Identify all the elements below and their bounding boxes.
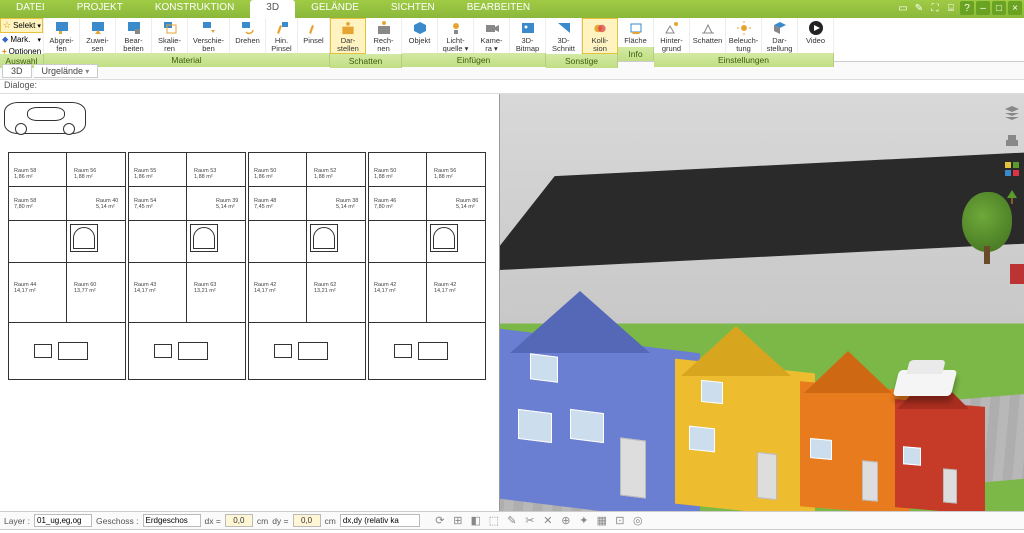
- menu-3d[interactable]: 3D: [250, 0, 295, 18]
- menu-datei[interactable]: DATEI: [0, 0, 61, 18]
- tool-icon[interactable]: ◧: [470, 515, 482, 527]
- layer-dropdown[interactable]: Urgelände: [34, 64, 99, 78]
- geschoss-label: Geschoss :: [96, 516, 139, 526]
- floor-plan: Raum 581,86 m²Raum 561,88 m²Raum 587,80 …: [8, 152, 488, 382]
- schatten-button[interactable]: Schatten: [690, 18, 726, 53]
- hintergrund-button[interactable]: Hinter- grund: [654, 18, 690, 53]
- tool-icon[interactable]: ⊡: [614, 515, 626, 527]
- bearbeiten-button[interactable]: Bear- beiten: [116, 18, 152, 53]
- verschieben-button[interactable]: Verschie- ben: [188, 18, 230, 53]
- geschoss-input[interactable]: [143, 514, 201, 527]
- flaeche-button[interactable]: Fläche: [618, 18, 654, 47]
- maximize-icon[interactable]: □: [992, 1, 1006, 15]
- darstellung-button[interactable]: Dar- stellung: [762, 18, 798, 53]
- ribbon: ☆Selekt ⬥Mark. +Optionen Auswahl Abgrei-…: [0, 18, 1024, 62]
- tool-icon[interactable]: ⊕: [560, 515, 572, 527]
- dx-value[interactable]: 0,0: [225, 514, 253, 527]
- titlebar-icon[interactable]: ▭: [896, 1, 910, 15]
- material-icon[interactable]: [1003, 160, 1021, 178]
- dy-label: dy =: [272, 516, 288, 526]
- tool-icon[interactable]: ⬚: [488, 515, 500, 527]
- right-dock: [1000, 94, 1024, 206]
- pinsel-button[interactable]: Pinsel: [298, 18, 330, 53]
- menu-bearbeiten[interactable]: BEARBEITEN: [451, 0, 546, 18]
- titlebar-icon[interactable]: ⌸: [944, 1, 958, 15]
- auswahl-options: ☆Selekt ⬥Mark. +Optionen: [0, 18, 44, 54]
- selekt-button[interactable]: ☆Selekt: [0, 18, 43, 33]
- layer-label: Layer :: [4, 516, 30, 526]
- dialoge-bar: Dialoge:: [0, 80, 1024, 94]
- house-3d: [500, 281, 700, 511]
- group-einfuegen-label: Einfügen: [402, 53, 546, 67]
- unit-label: cm: [325, 516, 336, 526]
- bottom-icon-row: ⟳ ⊞ ◧ ⬚ ✎ ✂ ✕ ⊕ ✦ ▦ ⊡ ◎: [434, 515, 644, 527]
- status-bar: Wand AW-Bestand L=Konstruktion G=Erdgesc…: [0, 529, 1024, 533]
- dx-label: dx =: [205, 516, 221, 526]
- view-tab-3d[interactable]: 3D: [2, 64, 32, 78]
- floorplan-pane[interactable]: Raum 581,86 m²Raum 561,88 m²Raum 587,80 …: [0, 94, 500, 511]
- tool-icon[interactable]: ✎: [506, 515, 518, 527]
- layers-icon[interactable]: [1003, 104, 1021, 122]
- drehen-button[interactable]: Drehen: [230, 18, 266, 53]
- group-info-label: Info: [618, 47, 654, 61]
- tool-icon[interactable]: ▦: [596, 515, 608, 527]
- titlebar-icon[interactable]: ⛶: [928, 1, 942, 15]
- skalieren-button[interactable]: Skalie- ren: [152, 18, 188, 53]
- tool-icon[interactable]: ⊞: [452, 515, 464, 527]
- menu-bar: DATEI PROJEKT KONSTRUKTION 3D GELÄNDE SI…: [0, 0, 1024, 18]
- dy-value[interactable]: 0,0: [293, 514, 321, 527]
- car-symbol: [4, 102, 86, 134]
- furniture-icon[interactable]: [1003, 132, 1021, 150]
- dxdy-input[interactable]: [340, 514, 420, 527]
- menu-projekt[interactable]: PROJEKT: [61, 0, 139, 18]
- minimize-icon[interactable]: ‒: [976, 1, 990, 15]
- panel-handle[interactable]: [1010, 264, 1024, 284]
- car-3d: [893, 370, 957, 396]
- beleuchtung-button[interactable]: Beleuch- tung: [726, 18, 762, 53]
- menu-gelaende[interactable]: GELÄNDE: [295, 0, 375, 18]
- darstellen-button[interactable]: Dar- stellen: [330, 18, 366, 54]
- lichtquelle-button[interactable]: Licht- quelle ▾: [438, 18, 474, 53]
- house-3d: [675, 311, 815, 511]
- titlebar-controls: ▭ ✎ ⛶ ⌸ ? ‒ □ ×: [896, 1, 1022, 15]
- video-button[interactable]: Video: [798, 18, 834, 53]
- workspace: Raum 581,86 m²Raum 561,88 m²Raum 587,80 …: [0, 94, 1024, 511]
- zuweisen-button[interactable]: Zuwei- sen: [80, 18, 116, 53]
- group-einstellungen-label: Einstellungen: [654, 53, 834, 67]
- abgreifen-button[interactable]: Abgrei- fen: [44, 18, 80, 53]
- tool-icon[interactable]: ✂: [524, 515, 536, 527]
- 3d-schnitt-button[interactable]: 3D- Schnitt: [546, 18, 582, 54]
- help-icon[interactable]: ?: [960, 1, 974, 15]
- tree-icon[interactable]: [1003, 188, 1021, 206]
- house-3d: [800, 336, 910, 511]
- rechnen-button[interactable]: Rech- nen: [366, 18, 402, 54]
- titlebar-icon[interactable]: ✎: [912, 1, 926, 15]
- hin-pinsel-button[interactable]: Hin. Pinsel: [266, 18, 298, 53]
- tool-icon[interactable]: ◎: [632, 515, 644, 527]
- group-sonstige-label: Sonstige: [546, 54, 618, 68]
- bottom-toolbar: Layer : Geschoss : dx = 0,0 cm dy = 0,0 …: [0, 511, 1024, 529]
- menu-konstruktion[interactable]: KONSTRUKTION: [139, 0, 250, 18]
- tool-icon[interactable]: ✦: [578, 515, 590, 527]
- mark-button[interactable]: ⬥Mark.: [0, 33, 43, 46]
- unit-label: cm: [257, 516, 268, 526]
- layer-input[interactable]: [34, 514, 92, 527]
- 3d-view-pane[interactable]: [500, 94, 1024, 511]
- 3d-bitmap-button[interactable]: 3D- Bitmap: [510, 18, 546, 53]
- kamera-button[interactable]: Kame- ra ▾: [474, 18, 510, 53]
- group-schatten-label: Schatten: [330, 54, 402, 68]
- tool-icon[interactable]: ✕: [542, 515, 554, 527]
- objekt-button[interactable]: Objekt: [402, 18, 438, 53]
- menu-sichten[interactable]: SICHTEN: [375, 0, 451, 18]
- close-icon[interactable]: ×: [1008, 1, 1022, 15]
- kollision-button[interactable]: Kolli- sion: [582, 18, 618, 54]
- tool-icon[interactable]: ⟳: [434, 515, 446, 527]
